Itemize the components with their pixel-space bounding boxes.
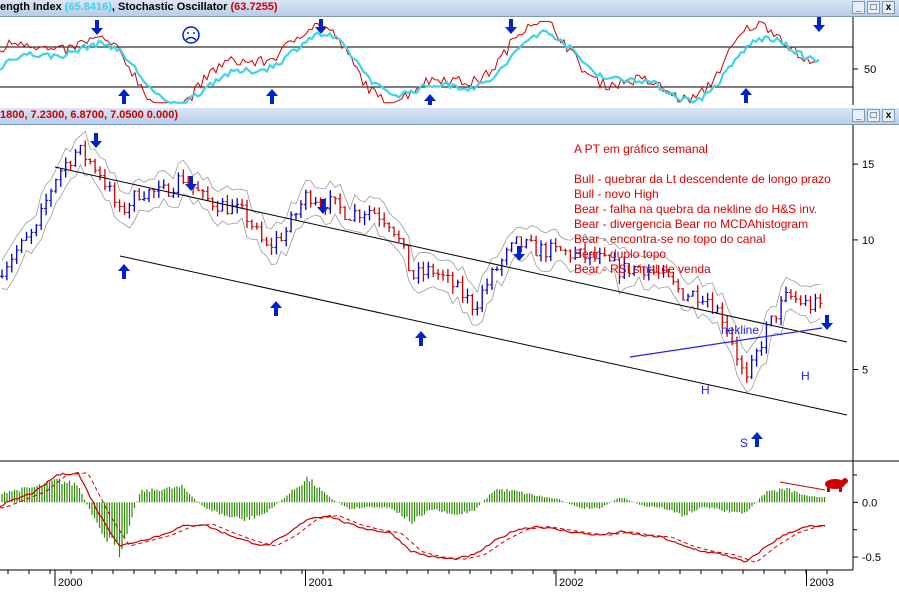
annotation-line: Bear - divergencia Bear no MCDAhistogram: [574, 217, 809, 231]
neckline-label: nekline: [721, 323, 759, 337]
annotation-line: Bear - encontra-se no topo do canal: [574, 232, 766, 246]
price-tick-label: 10: [862, 235, 874, 247]
head-label: S: [740, 436, 748, 450]
stochastic-value: (63.7255): [230, 1, 278, 13]
macd-tick-label: 0.0: [862, 497, 877, 509]
left-shoulder-label: H: [701, 383, 710, 397]
price-minimize-button[interactable]: _: [852, 109, 865, 122]
close-button[interactable]: x: [882, 1, 895, 14]
rsi-title: ength Index: [0, 1, 62, 13]
stochastic-title: , Stochastic Oscillator: [111, 1, 228, 13]
year-label: 2000: [58, 577, 82, 589]
price-tick-label: 15: [862, 159, 874, 171]
rsi-value: (65.8416): [64, 1, 112, 13]
annotation-line: Bear - RSI sinal de venda: [574, 262, 711, 276]
price-title-bar: 1800, 7.2300, 6.8700, 7.0500 0.000) _ □ …: [0, 108, 899, 125]
annotation-line: Bull - quebrar da Lt descendente de long…: [574, 172, 831, 186]
oscillator-y-tick: 50: [864, 64, 876, 76]
right-shoulder-label: H: [801, 369, 810, 383]
year-label: 2001: [309, 577, 333, 589]
macd-tick-label: -0.5: [862, 552, 881, 564]
price-maximize-button[interactable]: □: [867, 109, 880, 122]
price-title: 1800, 7.2300, 6.8700, 7.0500 0.000): [0, 109, 178, 121]
price-y-axis: 15 10 5: [853, 159, 874, 376]
oscillator-title-bar: ength Index (65.8416), Stochastic Oscill…: [0, 0, 899, 17]
year-label: 2003: [810, 577, 834, 589]
price-tick-label: 5: [862, 364, 868, 376]
annotation-line: Bull - novo High: [574, 187, 659, 201]
oscillator-title: ength Index (65.8416), Stochastic Oscill…: [0, 1, 278, 13]
price-close-button[interactable]: x: [882, 109, 895, 122]
annotation-line: Bear - falha na quebra da nekline do H&S…: [574, 202, 818, 216]
minimize-button[interactable]: _: [852, 1, 865, 14]
year-label: 2002: [559, 577, 583, 589]
oscillator-panel: 50: [0, 17, 876, 105]
maximize-button[interactable]: □: [867, 1, 880, 14]
annotation-line: Bear - duplo topo: [574, 247, 667, 261]
annotation-title: A PT em gráfico semanal: [574, 142, 708, 156]
macd-panel: 0.0 -0.5 2000 2001 2002 2003: [0, 460, 899, 593]
